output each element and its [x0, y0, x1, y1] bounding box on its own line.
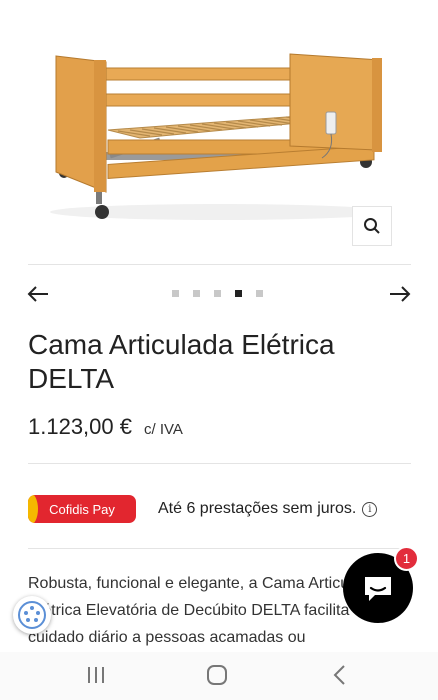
gallery-dot[interactable] [256, 290, 263, 297]
cofidis-pay-logo: Cofidis Pay [28, 495, 136, 523]
arrow-right-icon [390, 286, 411, 302]
chat-notification-badge: 1 [394, 546, 419, 571]
recents-button[interactable] [86, 666, 106, 689]
recents-icon [88, 667, 104, 683]
product-title: Cama Articulada Elétrica DELTA [28, 329, 335, 394]
gallery-dot[interactable] [172, 290, 179, 297]
tax-note: c/ IVA [143, 421, 183, 438]
search-icon [364, 218, 380, 234]
info-icon[interactable]: i [362, 501, 378, 517]
next-image-button[interactable] [386, 280, 414, 308]
gallery-dots [172, 290, 263, 297]
divider [28, 463, 411, 464]
gallery-navigation [0, 276, 438, 312]
financing-row: Cofidis Pay Até 6 prestações sem juros. … [28, 494, 418, 524]
home-button[interactable] [206, 664, 228, 691]
home-icon [207, 665, 227, 685]
cofidis-pay-label: Cofidis Pay [49, 501, 115, 517]
product-price: 1.123,00 € [28, 414, 132, 439]
gallery-dot[interactable] [214, 290, 221, 297]
gallery-dot-active[interactable] [235, 290, 242, 297]
divider [28, 264, 411, 265]
price-row: 1.123,00 € c/ IVA [28, 414, 183, 440]
accessibility-icon [18, 601, 46, 629]
previous-image-button[interactable] [24, 280, 52, 308]
financing-text: Até 6 prestações sem juros. [158, 500, 357, 517]
arrow-left-icon [27, 286, 48, 302]
system-navigation-bar [0, 652, 438, 700]
chat-bubble-icon [365, 577, 391, 601]
back-icon [333, 665, 345, 685]
product-image[interactable] [0, 0, 438, 262]
divider [28, 548, 411, 549]
back-button[interactable] [330, 664, 350, 691]
gallery-dot[interactable] [193, 290, 200, 297]
zoom-button[interactable] [352, 206, 392, 246]
accessibility-button[interactable] [13, 596, 51, 634]
